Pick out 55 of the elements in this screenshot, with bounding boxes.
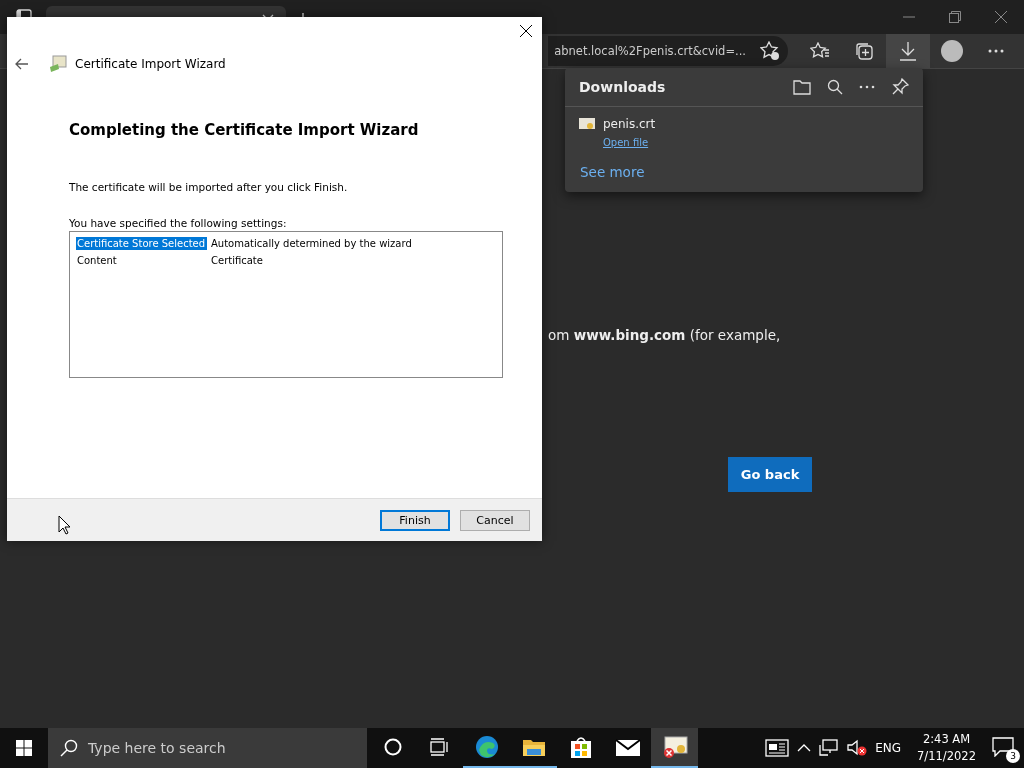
language-indicator[interactable]: ENG [875,741,902,755]
clock[interactable]: 2:43 AM 7/11/2022 [917,731,976,765]
file-name: penis.crt [603,117,656,131]
notification-button[interactable]: 3 [992,737,1016,759]
dialog-title: Certificate Import Wizard [75,57,226,71]
setting-name[interactable]: Content [76,254,207,267]
task-view-icon[interactable] [429,738,450,756]
setting-value: Automatically determined by the wizard [210,237,413,250]
certificate-icon[interactable] [661,735,688,759]
notification-count: 3 [1006,749,1020,763]
profile-avatar[interactable] [941,40,963,62]
cortana-circle-icon[interactable] [383,738,402,756]
address-bar[interactable]: abnet.local%2Fpenis.crt&cvid=... [548,36,788,66]
taskbar-app[interactable] [651,728,698,768]
search-icon[interactable] [827,79,843,95]
volume-muted-icon[interactable] [847,739,868,757]
more-icon[interactable] [859,85,875,89]
page-text: om www.bing.com (for example, [548,327,781,343]
edge-icon[interactable] [474,735,499,759]
go-back-button[interactable]: Go back [728,457,812,492]
see-more-link[interactable]: See more [580,164,645,180]
address-text: abnet.local%2Fpenis.crt&cvid=... [554,44,746,58]
news-icon[interactable] [765,739,790,757]
certificate-file-icon [579,117,595,131]
open-file-link[interactable]: Open file [603,137,649,148]
folder-icon[interactable] [521,737,546,757]
mouse-cursor-icon [58,515,71,535]
info-text: The certificate will be imported after you click Finish. [69,181,349,193]
store-bag-icon[interactable] [568,735,593,759]
setting-value: Certificate [210,254,264,267]
add-favorite-icon[interactable] [760,41,780,61]
pin-icon[interactable] [891,78,909,96]
restore-icon[interactable] [949,11,961,23]
finish-button[interactable]: Finish [380,509,450,531]
close-icon[interactable] [520,25,532,37]
favorites-icon[interactable] [810,42,830,60]
download-icon[interactable] [899,41,917,61]
search-placeholder: Type here to search [88,740,226,756]
more-icon[interactable] [988,49,1004,53]
network-icon[interactable] [819,739,840,757]
setting-name[interactable]: Certificate Store Selected [76,237,207,250]
chevron-up-icon[interactable] [797,743,812,753]
certificate-wizard-icon [49,55,67,73]
folder-icon[interactable] [793,79,811,95]
collections-icon[interactable] [854,41,874,61]
cancel-button[interactable]: Cancel [460,509,530,531]
envelope-icon[interactable] [614,737,641,757]
search-field[interactable]: Type here to search [48,728,367,768]
wizard-heading: Completing the Certificate Import Wizard [69,121,420,139]
settings-label: You have specified the following settings: [69,217,288,229]
speech-bubble-icon [992,737,1014,757]
search-icon [60,739,78,757]
windows-logo-icon[interactable] [16,740,32,756]
back-arrow-icon[interactable] [15,58,29,70]
panel-title: Downloads [579,79,666,95]
